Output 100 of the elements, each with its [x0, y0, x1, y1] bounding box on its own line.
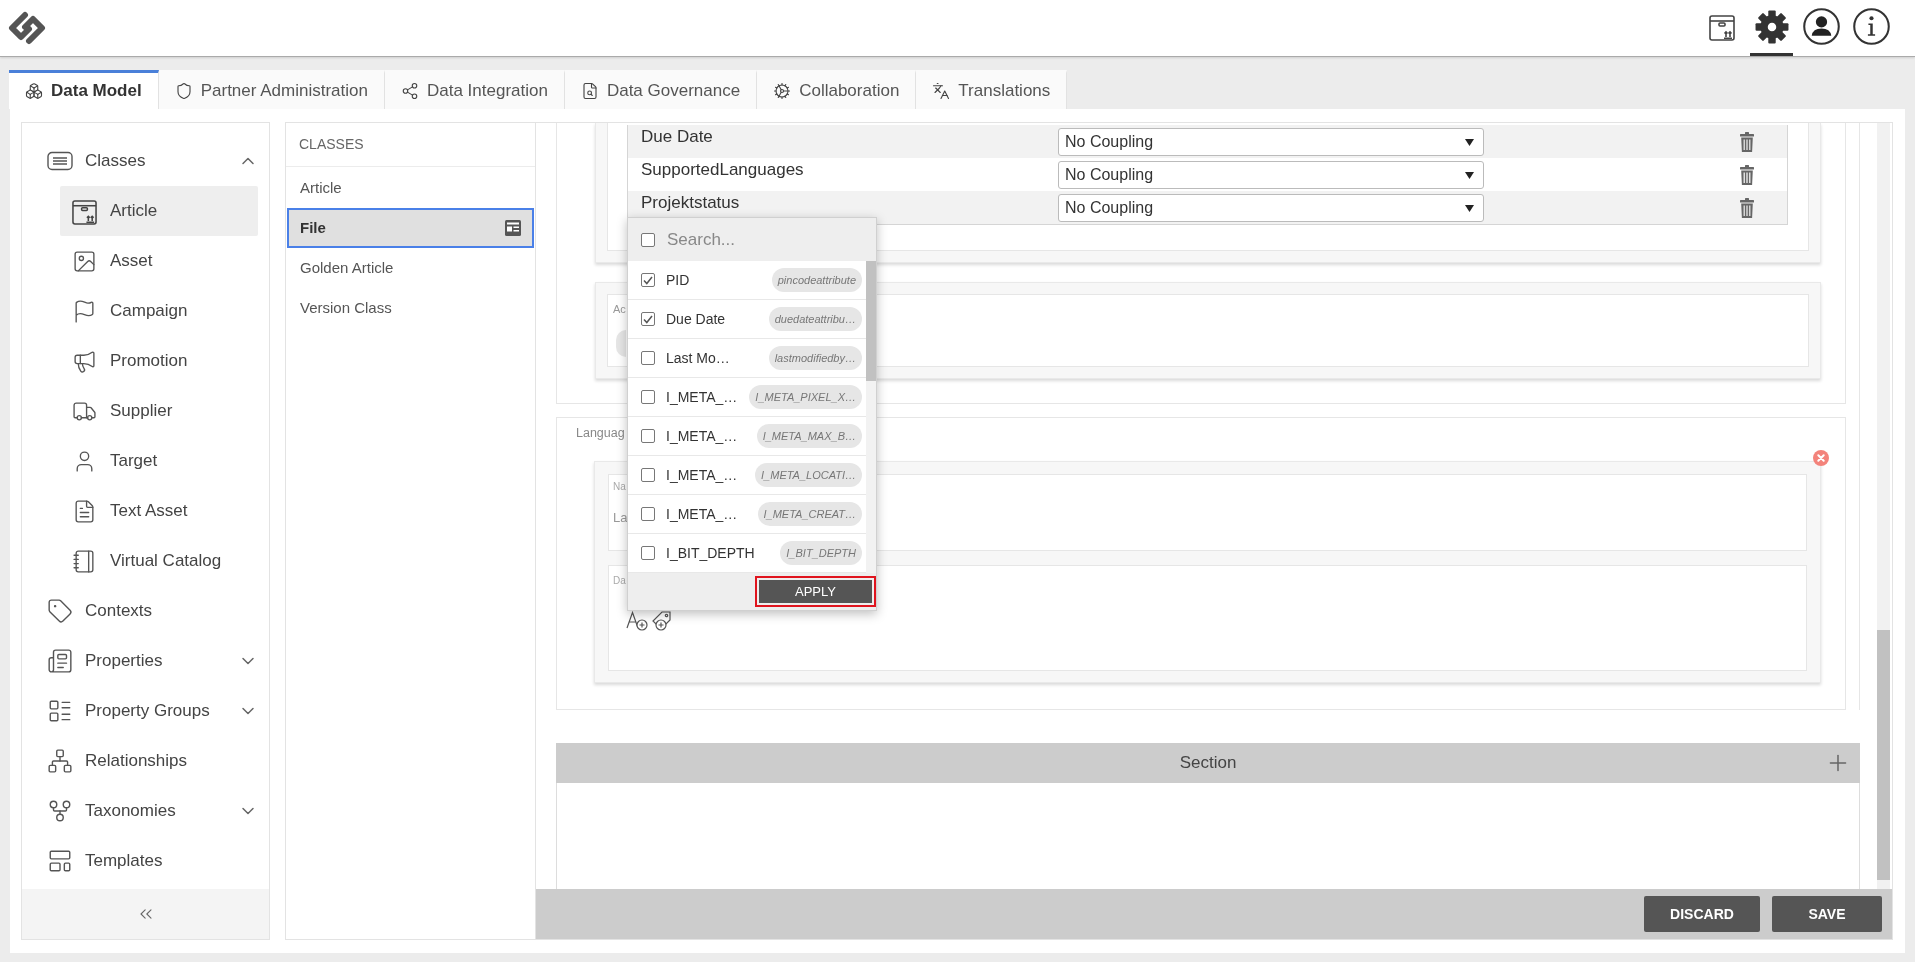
gear-icon	[1754, 9, 1789, 44]
checkbox[interactable]	[641, 468, 655, 482]
sidebar-item[interactable]: Campaign	[60, 286, 258, 336]
checkbox[interactable]	[641, 546, 655, 560]
newspaper-icon	[47, 648, 73, 674]
coupling-select[interactable]: No Coupling	[1058, 161, 1484, 189]
info-icon	[1853, 8, 1890, 45]
layout-icon	[47, 848, 73, 874]
tag-add-icon[interactable]	[650, 611, 672, 631]
option-label[interactable]: I_META_…	[666, 386, 738, 408]
scrollbar-thumb[interactable]	[866, 261, 876, 381]
trash-icon[interactable]	[1740, 164, 1754, 185]
attribute-code-chip: pincodeattribute	[771, 268, 862, 292]
tab[interactable]: Collaboration	[757, 70, 917, 109]
sidebar-item[interactable]: Promotion	[60, 336, 258, 386]
field-label: Ac	[613, 302, 626, 316]
attribute-code-chip: I_META_PIXEL_X…	[749, 385, 862, 409]
class-item[interactable]: File	[287, 208, 534, 248]
document-icon	[72, 498, 97, 524]
sidebar-item[interactable]: Properties	[22, 636, 269, 686]
sidebar-item[interactable]: Asset	[60, 236, 258, 286]
option-label[interactable]: I_META_…	[666, 503, 738, 525]
section-title: Section	[1179, 752, 1237, 775]
translate-icon	[932, 82, 951, 100]
attribute-code-chip: I_META_MAX_B…	[756, 424, 862, 448]
sidebar-item[interactable]: Supplier	[60, 386, 258, 436]
search-field[interactable]: Search...	[667, 226, 837, 253]
notebook-icon	[72, 548, 97, 574]
sidebar-item[interactable]: Text Asset	[60, 486, 258, 536]
option-label[interactable]: Due Date	[666, 308, 726, 330]
sidebar-item[interactable]: Classes	[22, 136, 269, 186]
class-item[interactable]: Version Class	[287, 288, 534, 328]
boxes-icon	[25, 82, 43, 100]
discard-button[interactable]: DISCARD	[1644, 896, 1760, 932]
form-icon[interactable]	[505, 220, 521, 236]
class-item[interactable]: Golden Article	[287, 248, 534, 288]
nodes-icon	[400, 82, 419, 100]
panel-title: Languag	[576, 425, 625, 441]
tab[interactable]: Data Integration	[384, 70, 565, 109]
attribute-name: SupportedLanguages	[640, 159, 805, 181]
checkmark-icon	[643, 314, 653, 324]
checkbox[interactable]	[641, 507, 655, 521]
sidebar-item[interactable]: Contexts	[22, 586, 269, 636]
flag-icon	[72, 298, 97, 324]
field-label: Da	[613, 575, 626, 587]
class-item[interactable]: Article	[287, 168, 534, 208]
option-label[interactable]: I_META_…	[666, 425, 738, 447]
panel-header: CLASSES	[286, 123, 535, 167]
sidebar-item[interactable]: Target	[60, 436, 258, 486]
file-search-icon	[580, 82, 599, 100]
user-circle-icon	[1803, 8, 1840, 45]
attribute-code-chip: lastmodifiedby…	[768, 346, 862, 370]
coupling-select[interactable]: No Coupling	[1058, 194, 1484, 222]
text-add-icon[interactable]	[626, 611, 648, 631]
checkbox[interactable]	[641, 390, 655, 404]
close-icon[interactable]	[1813, 450, 1829, 466]
field-label: Na	[613, 481, 626, 493]
sidebar-item[interactable]: Relationships	[22, 736, 269, 786]
tag-chip	[616, 330, 626, 357]
search-bar[interactable]: Search...	[628, 218, 876, 261]
apply-button[interactable]: APPLY	[755, 576, 876, 607]
option-label[interactable]: Last Mo…	[666, 347, 730, 369]
list-icon	[47, 151, 73, 171]
sidebar-item[interactable]: Property Groups	[22, 686, 269, 736]
cog-icon	[773, 82, 792, 100]
megaphone-icon	[72, 348, 97, 374]
tab[interactable]: Data Governance	[564, 70, 758, 109]
save-button[interactable]: SAVE	[1772, 896, 1882, 932]
list-layout-icon	[47, 698, 73, 724]
trash-icon[interactable]	[1740, 131, 1754, 152]
tag-icon	[47, 598, 73, 624]
caret-down-icon	[1465, 138, 1474, 146]
network-icon	[47, 748, 73, 774]
sidebar-item[interactable]: Article	[60, 186, 258, 236]
checkbox[interactable]	[641, 273, 655, 287]
attribute-code-chip: I_META_CREAT…	[757, 502, 862, 526]
scrollbar-thumb[interactable]	[1877, 630, 1890, 880]
tab[interactable]: Data Model	[9, 70, 159, 109]
shield-icon	[174, 82, 193, 100]
checkbox[interactable]	[641, 351, 655, 365]
fork-icon	[47, 798, 73, 824]
checkbox[interactable]	[641, 312, 655, 326]
package-icon	[72, 197, 97, 225]
tab[interactable]: Translations	[916, 70, 1068, 109]
coupling-select[interactable]: No Coupling	[1058, 128, 1484, 156]
tab[interactable]: Partner Administration	[158, 70, 385, 109]
package-icon	[1708, 12, 1735, 41]
caret-down-icon	[1465, 204, 1474, 212]
trash-icon[interactable]	[1740, 197, 1754, 218]
checkbox[interactable]	[641, 232, 655, 247]
attribute-code-chip: I_BIT_DEPTH	[780, 541, 862, 565]
field-value: La	[613, 509, 628, 527]
sidebar-item[interactable]: Taxonomies	[22, 786, 269, 836]
checkbox[interactable]	[641, 429, 655, 443]
sidebar-item[interactable]: Templates	[22, 836, 269, 886]
sidebar-item[interactable]: Virtual Catalog	[60, 536, 258, 586]
caret-down-icon	[1465, 171, 1474, 179]
option-label[interactable]: PID	[666, 269, 690, 291]
attribute-name: Due Date	[640, 126, 714, 148]
image-icon	[72, 248, 97, 274]
